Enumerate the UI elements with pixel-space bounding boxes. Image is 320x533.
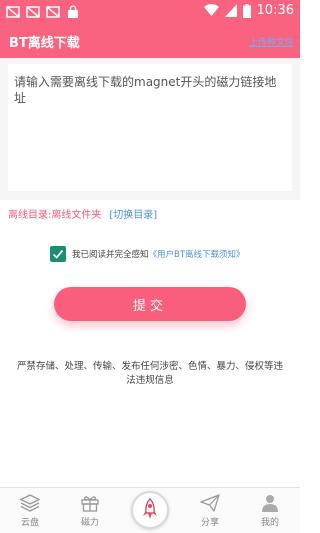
wifi-icon [203, 4, 219, 16]
upload-torrent-link[interactable]: 上传种文件 [249, 35, 294, 48]
gift-icon [81, 496, 99, 512]
tab-center-rocket[interactable] [131, 491, 169, 529]
tab-label: 我的 [260, 518, 279, 528]
notification-icons [6, 5, 80, 19]
tab-magnet[interactable]: 磁力 [60, 488, 120, 533]
tab-label: 磁力 [80, 518, 99, 528]
status-bar: 10:36 [0, 0, 300, 24]
agreement-text: 我已阅读并完全感知 [72, 250, 149, 260]
paper-plane-icon [200, 494, 220, 512]
tab-cloud-drive[interactable]: 云盘 [0, 488, 60, 533]
clock: 10:36 [256, 3, 294, 18]
legal-notice: 严禁存储、处理、传输、发布任何涉密、色情、暴力、侵权等违法违规信息 [16, 361, 283, 386]
tab-label: 分享 [200, 518, 219, 528]
battery-icon [242, 3, 251, 18]
switch-directory-link[interactable]: [切换目录] [109, 206, 157, 221]
magnet-link-input[interactable] [8, 64, 292, 191]
submit-button[interactable]: 提交 [54, 287, 246, 321]
no-image-icon [46, 6, 60, 18]
directory-row: 离线目录:离线文件夹 [切换目录] [8, 206, 157, 221]
tab-share[interactable]: 分享 [180, 488, 240, 533]
agreement-checkbox[interactable] [50, 246, 66, 262]
app-bar: BT离线下载 上传种文件 [0, 24, 300, 58]
layers-icon [20, 494, 40, 512]
bag-icon [68, 5, 78, 18]
no-image-icon [26, 6, 40, 18]
agreement-link[interactable]: 《用户BT离线下载须知》 [149, 248, 245, 260]
no-image-icon [6, 6, 20, 18]
user-icon [262, 495, 278, 512]
system-icons: 10:36 [203, 3, 294, 18]
page-title: BT离线下载 [9, 36, 80, 51]
check-icon [52, 249, 64, 259]
tab-label: 云盘 [20, 518, 39, 528]
tab-mine[interactable]: 我的 [240, 488, 300, 533]
agreement-row: 我已阅读并完全感知 《用户BT离线下载须知》 [50, 246, 245, 262]
rocket-icon [143, 498, 157, 519]
sim-icon [224, 4, 237, 17]
directory-label: 离线目录:离线文件夹 [8, 210, 102, 221]
